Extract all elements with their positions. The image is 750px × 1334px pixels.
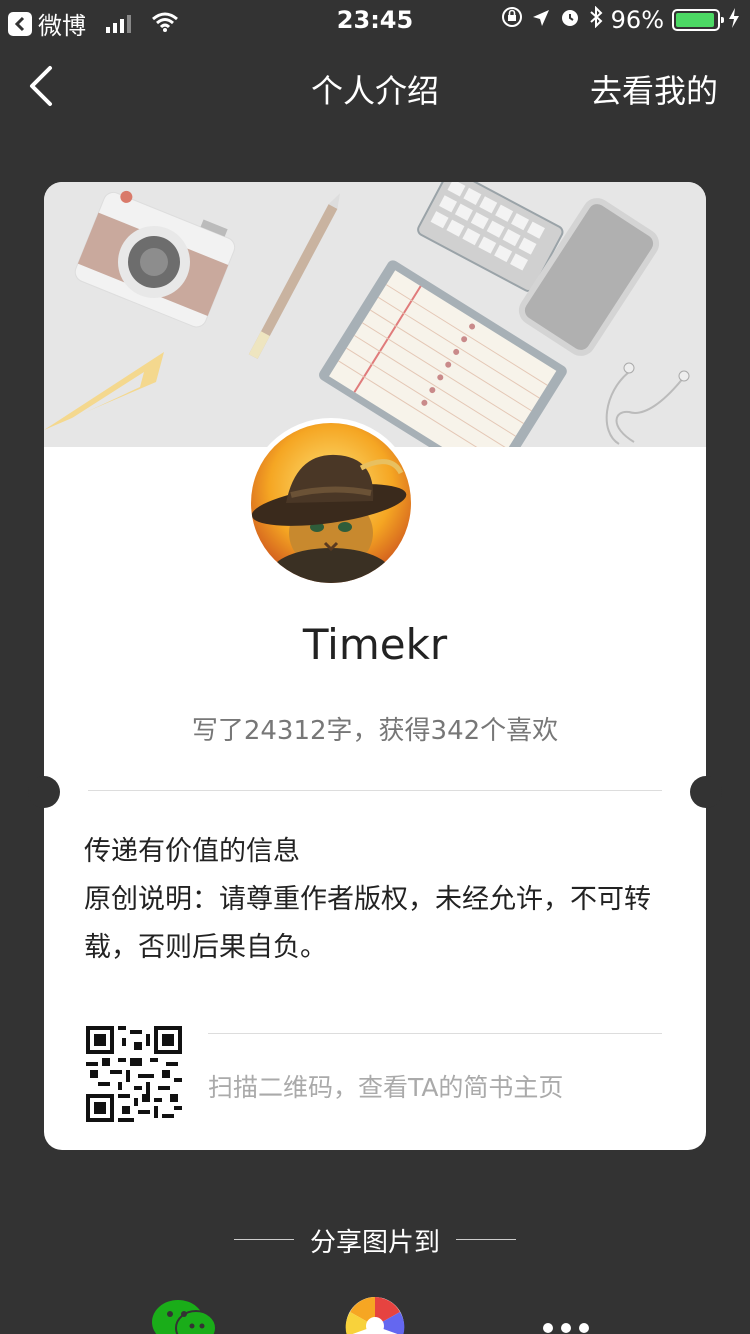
avatar-image	[251, 423, 411, 583]
alarm-icon	[559, 6, 581, 34]
qr-divider	[208, 1033, 662, 1034]
charging-icon	[728, 6, 740, 34]
card-notch-left	[28, 776, 60, 808]
status-bar: 微博 23:45 96%	[0, 0, 750, 40]
share-divider-right	[456, 1239, 516, 1240]
rotation-lock-icon	[501, 6, 523, 34]
more-icon	[543, 1323, 589, 1333]
view-my-button[interactable]: 去看我的	[590, 66, 718, 112]
qr-code-icon	[86, 1026, 182, 1122]
desk-illustration-banner	[44, 182, 706, 486]
status-right: 96%	[501, 5, 740, 34]
share-wechat-button[interactable]	[152, 1296, 218, 1334]
share-more-button[interactable]	[540, 1296, 592, 1334]
avatar[interactable]	[246, 418, 416, 588]
bluetooth-icon	[589, 5, 603, 34]
card-divider	[88, 790, 662, 791]
profile-description: 传递有价值的信息 原创说明：请尊重作者版权，未经允许，不可转载，否则后果自负。	[84, 828, 664, 972]
share-moments-button[interactable]	[345, 1296, 405, 1334]
location-icon	[531, 6, 551, 34]
nav-bar: 个人介绍 去看我的	[0, 50, 750, 120]
writing-stats: 写了24312字，获得342个喜欢	[191, 716, 559, 746]
description-line-1: 传递有价值的信息	[84, 836, 300, 867]
battery-percent: 96%	[610, 6, 664, 34]
card-notch-right	[690, 776, 722, 808]
battery-icon	[672, 9, 724, 31]
moments-icon	[345, 1297, 405, 1334]
description-line-2: 原创说明：请尊重作者版权，未经允许，不可转载，否则后果自负。	[84, 884, 651, 963]
username: Timekr	[302, 620, 448, 669]
share-title: 分享图片到	[309, 1228, 440, 1258]
qr-caption: 扫描二维码，查看TA的简书主页	[208, 1073, 564, 1102]
wechat-icon	[152, 1300, 217, 1334]
